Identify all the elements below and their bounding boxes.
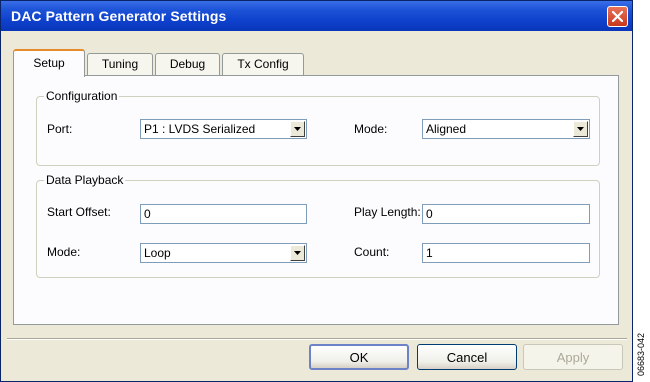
config-mode-label: Mode: <box>354 122 388 136</box>
tab-debug-label: Debug <box>169 57 206 71</box>
config-mode-dropdown-button[interactable] <box>573 121 588 137</box>
window-title: DAC Pattern Generator Settings <box>11 8 227 24</box>
tab-tx-config-label: Tx Config <box>237 57 289 71</box>
config-mode-select-value: Aligned <box>426 122 467 136</box>
chevron-down-icon <box>294 251 301 255</box>
port-select-value: P1 : LVDS Serialized <box>144 122 256 136</box>
port-select[interactable]: P1 : LVDS Serialized <box>140 119 307 139</box>
data-playback-group-title: Data Playback <box>44 173 126 187</box>
port-label: Port: <box>47 122 73 136</box>
start-offset-label: Start Offset: <box>47 205 111 219</box>
figure-id: 06683-042 <box>636 332 646 376</box>
playback-mode-dropdown-button[interactable] <box>290 245 305 261</box>
tab-debug[interactable]: Debug <box>155 53 220 75</box>
button-separator <box>7 338 627 340</box>
dialog-window: DAC Pattern Generator Settings Setup Tun… <box>0 0 633 382</box>
cancel-button[interactable]: Cancel <box>417 344 517 370</box>
tab-tuning[interactable]: Tuning <box>87 53 153 75</box>
play-length-label: Play Length: <box>354 205 421 219</box>
count-input[interactable] <box>422 243 590 263</box>
data-playback-group: Data Playback Start Offset: Play Length:… <box>36 173 600 278</box>
title-bar[interactable]: DAC Pattern Generator Settings <box>1 1 632 31</box>
port-dropdown-button[interactable] <box>290 121 305 137</box>
setup-panel: Configuration Port: P1 : LVDS Serialized… <box>13 75 619 325</box>
close-icon <box>612 11 623 22</box>
count-label: Count: <box>354 245 390 259</box>
playback-mode-label: Mode: <box>47 245 81 259</box>
playback-mode-select-value: Loop <box>144 246 171 260</box>
ok-button[interactable]: OK <box>309 344 409 370</box>
apply-button[interactable]: Apply <box>523 344 623 370</box>
tab-setup-label: Setup <box>33 56 65 70</box>
chevron-down-icon <box>294 127 301 131</box>
tab-tuning-label: Tuning <box>101 57 139 71</box>
tab-tx-config[interactable]: Tx Config <box>222 53 304 75</box>
configuration-group-title: Configuration <box>44 89 120 103</box>
chevron-down-icon <box>577 127 584 131</box>
start-offset-input[interactable] <box>140 204 307 224</box>
play-length-input[interactable] <box>422 204 590 224</box>
tab-setup[interactable]: Setup <box>13 49 85 77</box>
configuration-group: Configuration Port: P1 : LVDS Serialized… <box>36 89 600 166</box>
config-mode-select[interactable]: Aligned <box>422 119 590 139</box>
playback-mode-select[interactable]: Loop <box>140 243 307 263</box>
close-button[interactable] <box>607 6 628 27</box>
